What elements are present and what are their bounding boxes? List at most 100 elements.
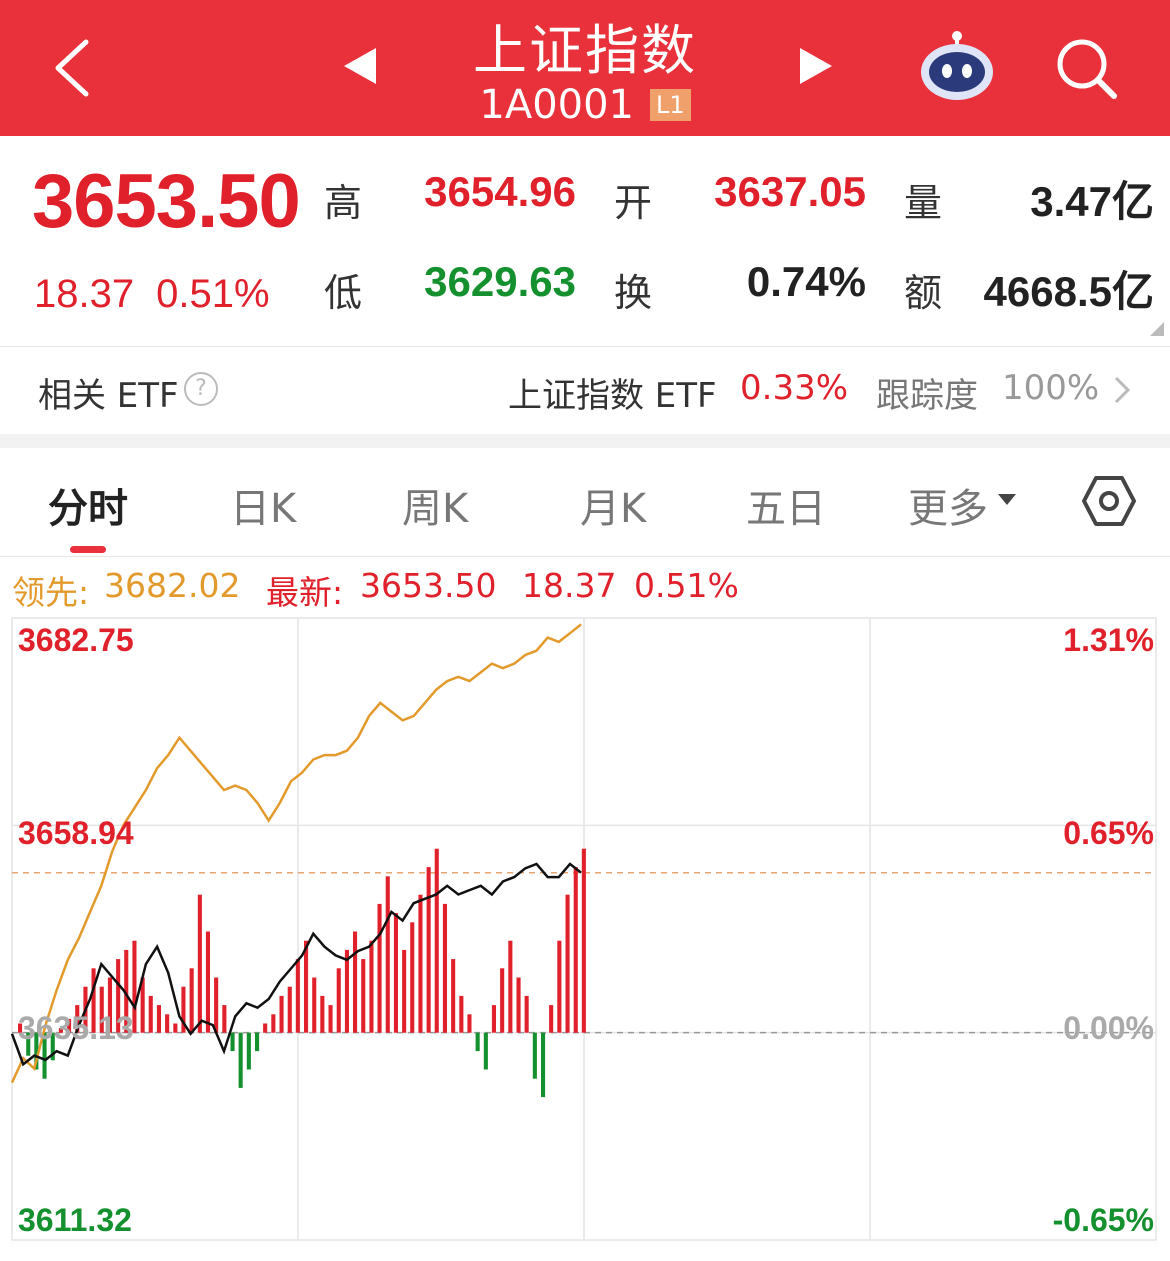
flow-bar bbox=[516, 977, 521, 1033]
tab-weekly-k[interactable]: 周K bbox=[402, 476, 468, 534]
active-tab-indicator bbox=[70, 546, 106, 553]
price-change: 18.37 0.51% bbox=[34, 272, 270, 317]
flow-bar bbox=[214, 977, 219, 1033]
caret-down-icon[interactable] bbox=[998, 494, 1016, 505]
change-percent: 0.51% bbox=[156, 272, 270, 316]
divider bbox=[0, 346, 1170, 347]
chevron-right-icon[interactable] bbox=[1112, 376, 1132, 404]
help-icon[interactable]: ? bbox=[184, 372, 218, 406]
flow-bar bbox=[500, 968, 505, 1033]
amount-value: 4668.5亿 bbox=[983, 268, 1154, 315]
level-badge: L1 bbox=[649, 89, 691, 121]
flow-bar bbox=[549, 1005, 554, 1033]
tracking-value: 100% bbox=[1002, 368, 1100, 408]
turnover-label: 换 bbox=[614, 271, 653, 315]
y-label-right-top: 1.31% bbox=[1063, 622, 1154, 658]
flow-bar bbox=[532, 1032, 537, 1079]
divider bbox=[0, 556, 1170, 557]
flow-bar bbox=[279, 995, 284, 1033]
flow-bar bbox=[238, 1032, 243, 1088]
turnover-value: 0.74% bbox=[746, 258, 866, 305]
etf-percent: 0.33% bbox=[740, 368, 849, 408]
flow-bar bbox=[295, 959, 300, 1033]
flow-bar bbox=[328, 1005, 333, 1033]
current-price: 3653.50 bbox=[32, 159, 301, 244]
flow-bar bbox=[402, 949, 407, 1033]
flow-bar bbox=[581, 848, 586, 1033]
flow-bar bbox=[393, 913, 398, 1033]
flow-bar bbox=[353, 931, 358, 1033]
intraday-chart[interactable] bbox=[0, 600, 1170, 1261]
y-label-right-upper: 0.65% bbox=[1063, 815, 1154, 851]
flow-bar bbox=[451, 959, 456, 1033]
flow-bar bbox=[336, 968, 341, 1033]
y-label-right-bottom: -0.65% bbox=[1052, 1202, 1154, 1238]
open-value: 3637.05 bbox=[714, 168, 866, 215]
etf-name[interactable]: 上证指数 ETF bbox=[508, 368, 717, 417]
expand-corner[interactable] bbox=[1150, 322, 1164, 336]
robot-icon[interactable] bbox=[918, 30, 996, 102]
flow-bar bbox=[263, 1023, 268, 1033]
flow-bar bbox=[222, 1005, 227, 1033]
y-label-right-mid: 0.00% bbox=[1063, 1010, 1154, 1046]
related-etf-label: 相关 ETF bbox=[38, 376, 179, 416]
flow-bar bbox=[344, 949, 349, 1033]
volume-label: 量 bbox=[904, 181, 943, 225]
flow-bar bbox=[156, 1005, 161, 1033]
tab-more[interactable]: 更多 bbox=[908, 476, 988, 534]
y-label-left-upper: 3658.94 bbox=[18, 815, 134, 851]
flow-bar bbox=[287, 986, 292, 1033]
flow-bar bbox=[320, 995, 325, 1033]
flow-bar bbox=[173, 1023, 178, 1033]
flow-bar bbox=[541, 1032, 546, 1098]
flow-bar bbox=[557, 940, 562, 1033]
flow-bar bbox=[385, 876, 390, 1033]
amount-label: 额 bbox=[904, 271, 943, 315]
flow-bar bbox=[483, 1032, 488, 1070]
flow-bar bbox=[255, 1032, 260, 1052]
open-label: 开 bbox=[614, 181, 653, 225]
y-label-left-mid: 3635.13 bbox=[18, 1010, 134, 1046]
flow-bar bbox=[426, 867, 431, 1033]
flow-bar bbox=[565, 894, 570, 1033]
low-label: 低 bbox=[324, 271, 363, 315]
flow-bar bbox=[508, 940, 513, 1033]
tab-monthly-k[interactable]: 月K bbox=[580, 476, 646, 534]
tab-daily-k[interactable]: 日K bbox=[230, 476, 296, 534]
flow-bar bbox=[475, 1032, 480, 1052]
flow-bar bbox=[271, 1014, 276, 1033]
flow-bar bbox=[418, 894, 423, 1033]
flow-bar bbox=[524, 995, 529, 1033]
flow-bar bbox=[246, 1032, 251, 1070]
flow-bar bbox=[434, 848, 439, 1033]
flow-bar bbox=[459, 995, 464, 1033]
flow-bar bbox=[377, 903, 382, 1033]
flow-bar bbox=[369, 940, 374, 1033]
section-gap bbox=[0, 434, 1170, 448]
flow-bar bbox=[410, 922, 415, 1033]
high-label: 高 bbox=[324, 181, 363, 225]
flow-bar bbox=[467, 1014, 472, 1033]
tab-five-day[interactable]: 五日 bbox=[746, 476, 826, 534]
stock-code: 1A0001 bbox=[479, 82, 634, 128]
search-icon[interactable] bbox=[1054, 36, 1118, 100]
flow-bar bbox=[312, 977, 317, 1033]
flow-bar bbox=[491, 1005, 496, 1033]
flow-bar bbox=[197, 894, 202, 1033]
flow-bar bbox=[205, 931, 210, 1033]
flow-bar bbox=[148, 995, 153, 1033]
title-bar: 上证指数 1A0001 L1 bbox=[0, 0, 1170, 136]
high-value: 3654.96 bbox=[424, 168, 576, 215]
triangle-right-icon[interactable] bbox=[798, 46, 834, 86]
change-value: 18.37 bbox=[34, 272, 135, 316]
tab-intraday[interactable]: 分时 bbox=[48, 476, 128, 534]
flow-bar bbox=[304, 940, 309, 1033]
low-value: 3629.63 bbox=[424, 258, 576, 305]
flow-bar bbox=[573, 867, 578, 1033]
flow-bar bbox=[230, 1032, 235, 1052]
settings-icon[interactable] bbox=[1082, 476, 1136, 526]
tracking-label: 跟踪度 bbox=[876, 376, 978, 416]
y-label-left-top: 3682.75 bbox=[18, 622, 134, 658]
flow-bar bbox=[361, 959, 366, 1033]
volume-value: 3.47亿 bbox=[1030, 178, 1154, 225]
